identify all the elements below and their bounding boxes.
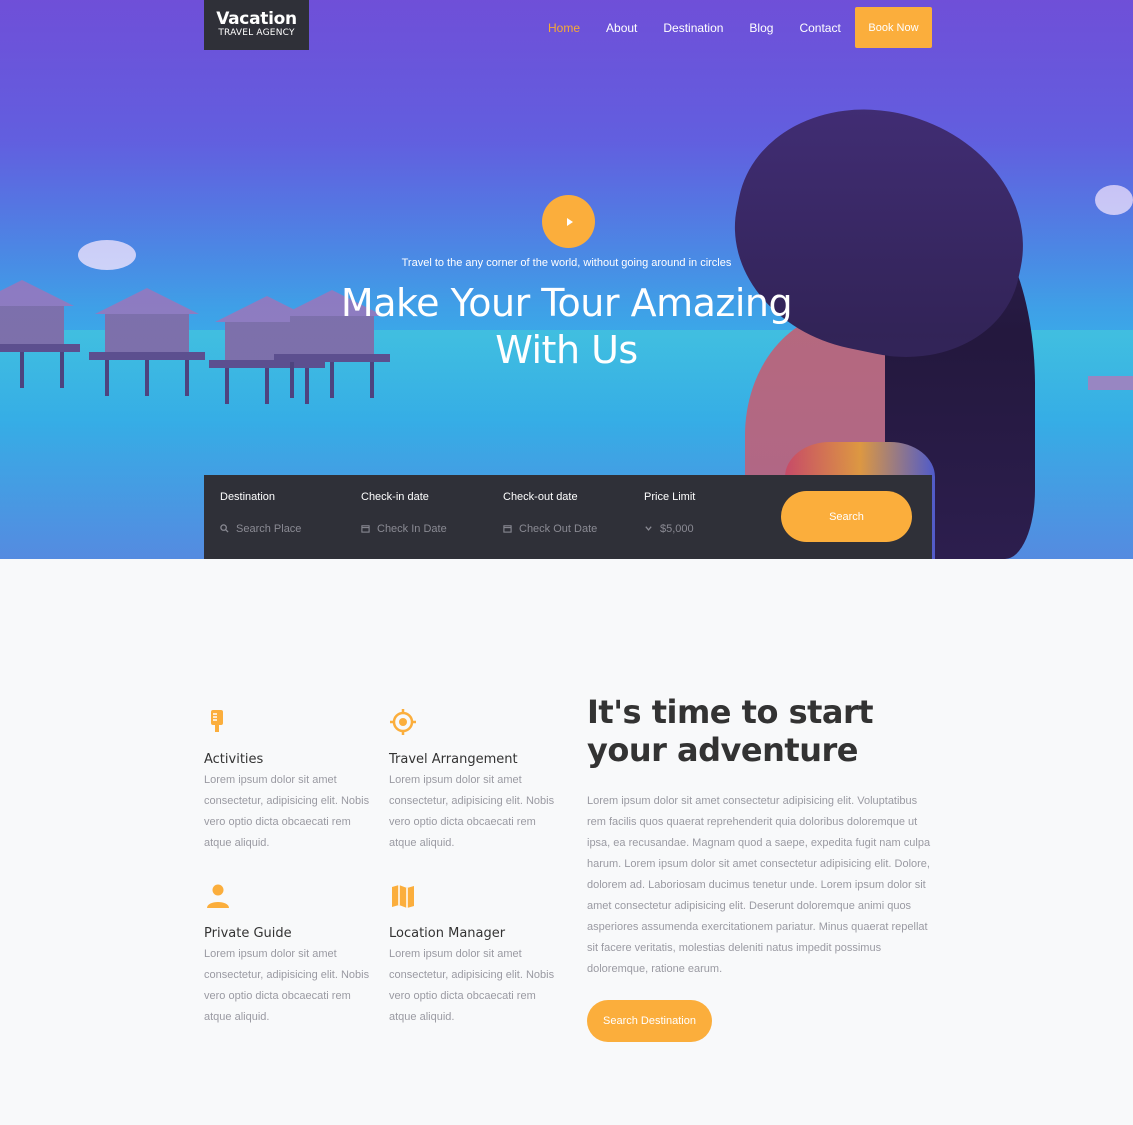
- feature-private-guide: Private Guide Lorem ipsum dolor sit amet…: [204, 882, 374, 1028]
- destination-label: Destination: [220, 491, 276, 503]
- feature-title: Private Guide: [204, 926, 292, 941]
- nav-item-home[interactable]: Home: [548, 21, 580, 35]
- check-out-field[interactable]: Check-out date Check Out Date: [503, 475, 633, 559]
- feature-activities: Activities Lorem ipsum dolor sit amet co…: [204, 708, 374, 854]
- price-limit-label: Price Limit: [644, 491, 696, 503]
- feature-text: Lorem ipsum dolor sit amet consectetur, …: [204, 948, 370, 1023]
- play-icon: [566, 217, 573, 226]
- map-icon: [389, 882, 417, 910]
- check-in-input[interactable]: Check In Date: [377, 523, 447, 535]
- check-in-field[interactable]: Check-in date Check In Date: [361, 475, 491, 559]
- search-button[interactable]: Search: [781, 491, 912, 542]
- check-in-label: Check-in date: [361, 491, 429, 503]
- intro-body: Lorem ipsum dolor sit amet consectetur a…: [587, 795, 931, 975]
- location-target-icon: [389, 708, 417, 736]
- nav-item-blog[interactable]: Blog: [749, 21, 773, 35]
- intro-heading: It's time to start your adventure: [587, 693, 874, 769]
- search-icon: [220, 523, 229, 535]
- feature-title: Location Manager: [389, 926, 506, 941]
- destination-field[interactable]: Destination Search Place: [220, 475, 350, 559]
- booking-search-bar: Destination Search Place Check-in date C…: [204, 475, 932, 559]
- brand-subtitle: TRAVEL AGENCY: [218, 28, 295, 38]
- feature-title: Activities: [204, 752, 264, 767]
- brand-name: Vacation: [216, 9, 297, 29]
- feature-text: Lorem ipsum dolor sit amet consectetur, …: [204, 774, 370, 849]
- feature-title: Travel Arrangement: [389, 752, 518, 767]
- destination-input[interactable]: Search Place: [236, 523, 301, 535]
- hero-headline-line2: With Us: [495, 328, 638, 372]
- check-out-label: Check-out date: [503, 491, 578, 503]
- feature-text: Lorem ipsum dolor sit amet consectetur, …: [389, 948, 555, 1023]
- calendar-icon: [503, 524, 512, 535]
- check-out-input[interactable]: Check Out Date: [519, 523, 597, 535]
- main-nav: Home About Destination Blog Contact: [535, 7, 854, 48]
- hero-headline-line1: Make Your Tour Amazing: [340, 281, 793, 325]
- feature-location-manager: Location Manager Lorem ipsum dolor sit a…: [389, 882, 559, 1028]
- chevron-down-icon: [644, 524, 653, 535]
- search-destination-button[interactable]: Search Destination: [587, 1000, 712, 1042]
- book-now-button[interactable]: Book Now: [855, 7, 932, 48]
- price-limit-field[interactable]: Price Limit $5,000: [644, 475, 764, 559]
- feature-text: Lorem ipsum dolor sit amet consectetur, …: [389, 774, 555, 849]
- microphone-icon: [204, 708, 232, 736]
- nav-item-destination[interactable]: Destination: [663, 21, 723, 35]
- nav-item-contact[interactable]: Contact: [799, 21, 840, 35]
- person-icon: [204, 882, 232, 910]
- feature-travel-arrangement: Travel Arrangement Lorem ipsum dolor sit…: [389, 708, 559, 854]
- calendar-icon: [361, 524, 370, 535]
- hero-tagline: Travel to the any corner of the world, w…: [401, 257, 732, 269]
- price-limit-select[interactable]: $5,000: [660, 523, 694, 535]
- play-video-button[interactable]: [542, 195, 595, 248]
- adventure-intro: It's time to start your adventure Lorem …: [587, 693, 933, 980]
- hero-headline: Make Your Tour Amazing With Us: [0, 280, 1133, 374]
- brand-logo[interactable]: Vacation TRAVEL AGENCY: [204, 0, 309, 50]
- nav-item-about[interactable]: About: [606, 21, 637, 35]
